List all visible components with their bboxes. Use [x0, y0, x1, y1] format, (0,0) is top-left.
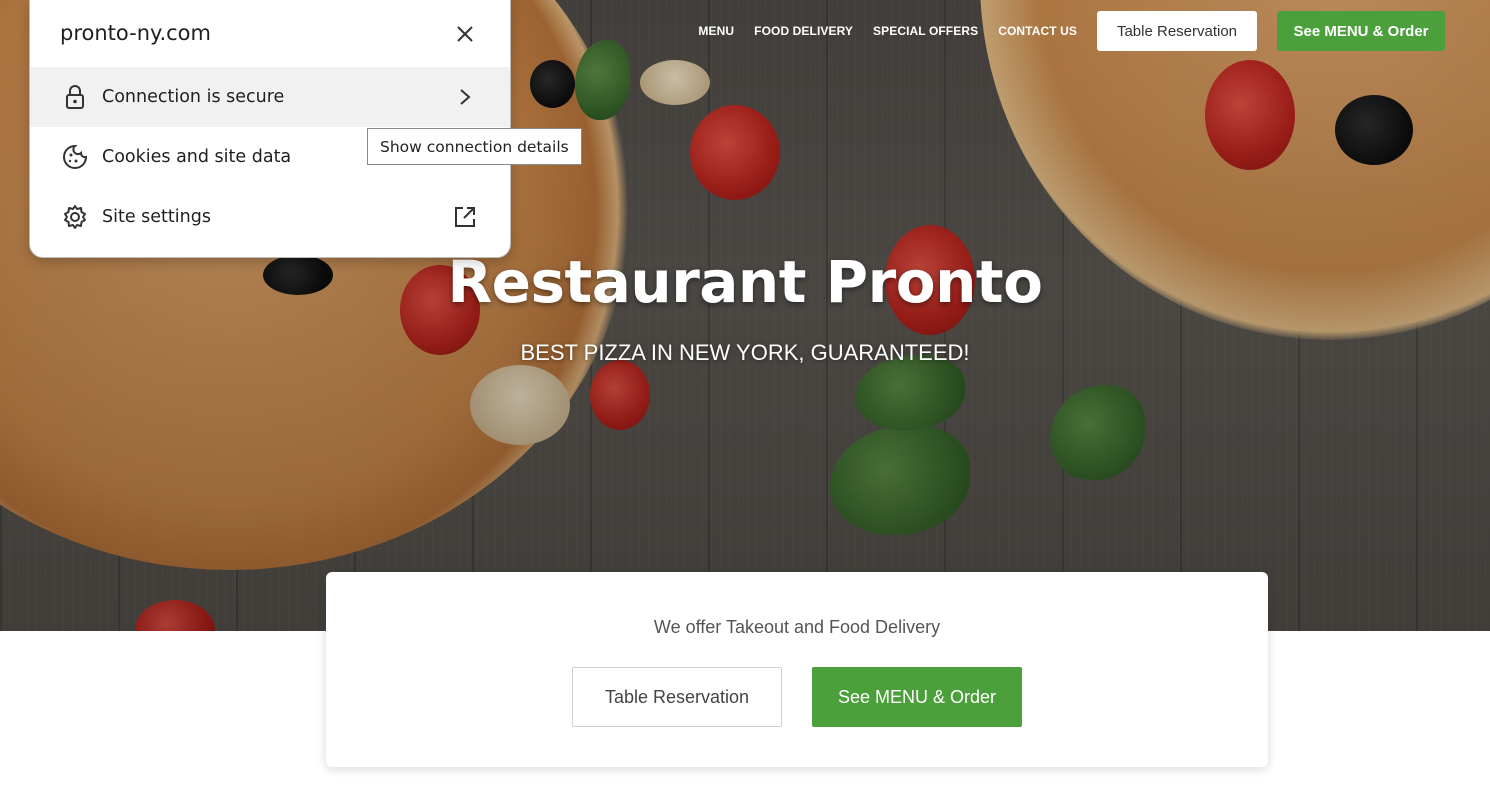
- nav-link-special-offers[interactable]: SPECIAL OFFERS: [873, 24, 978, 38]
- takeout-text: We offer Takeout and Food Delivery: [653, 617, 941, 637]
- site-settings-label: Site settings: [102, 207, 211, 227]
- top-navigation: MENU FOOD DELIVERY SPECIAL OFFERS CONTAC…: [698, 11, 1445, 51]
- nav-link-contact-us[interactable]: CONTACT US: [998, 24, 1077, 38]
- lock-icon: [62, 84, 88, 110]
- hero-subtitle: BEST PIZZA IN NEW YORK, GUARANTEED!: [520, 340, 970, 365]
- nav-link-food-delivery[interactable]: FOOD DELIVERY: [754, 24, 853, 38]
- card-see-menu-order-button[interactable]: See MENU & Order: [812, 667, 1022, 727]
- hero-title: Restaurant Pronto: [447, 248, 1043, 316]
- close-icon[interactable]: [450, 19, 480, 49]
- connection-details-tooltip: Show connection details: [367, 128, 582, 165]
- popup-domain: pronto-ny.com: [60, 21, 211, 45]
- site-settings-row[interactable]: Site settings: [30, 187, 510, 247]
- chevron-right-icon: [452, 84, 478, 110]
- nav-table-reservation-button[interactable]: Table Reservation: [1097, 11, 1257, 51]
- takeout-card: We offer Takeout and Food Delivery Table…: [326, 572, 1268, 767]
- nav-link-menu[interactable]: MENU: [698, 24, 734, 38]
- connection-secure-row[interactable]: Connection is secure: [30, 67, 510, 127]
- connection-secure-label: Connection is secure: [102, 87, 285, 107]
- cookies-site-data-label: Cookies and site data: [102, 147, 292, 167]
- card-table-reservation-button[interactable]: Table Reservation: [572, 667, 782, 727]
- external-link-icon: [452, 204, 478, 230]
- nav-see-menu-order-button[interactable]: See MENU & Order: [1277, 11, 1445, 51]
- gear-icon: [62, 204, 88, 230]
- cookie-icon: [62, 144, 88, 170]
